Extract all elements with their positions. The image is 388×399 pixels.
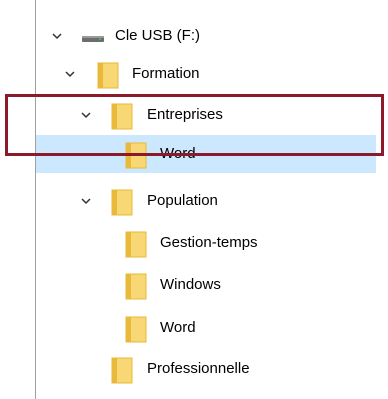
navigation-pane: Cle USB (F:) Formation Entreprises Word: [35, 0, 376, 399]
chevron-down-icon[interactable]: [51, 30, 63, 42]
tree-item-label: Word: [160, 319, 196, 336]
tree-item-label: Entreprises: [147, 106, 223, 123]
folder-icon: [125, 142, 147, 169]
usb-drive-icon: [82, 36, 104, 42]
chevron-down-icon[interactable]: [80, 195, 92, 207]
tree-item-label: Windows: [160, 276, 221, 293]
folder-icon: [111, 103, 133, 130]
tree-item-formation[interactable]: Formation: [36, 55, 376, 93]
folder-icon: [125, 273, 147, 300]
folder-icon: [125, 316, 147, 343]
chevron-down-icon[interactable]: [80, 109, 92, 121]
tree-item-gestion-temps[interactable]: Gestion-temps: [36, 224, 376, 262]
tree-item-label: Population: [147, 192, 218, 209]
tree-item-professionnelle[interactable]: Professionnelle: [36, 350, 376, 388]
tree-item-windows[interactable]: Windows: [36, 266, 376, 304]
tree-item-word[interactable]: Word: [36, 309, 376, 347]
folder-icon: [125, 231, 147, 258]
tree-item-word-selected[interactable]: Word: [36, 135, 376, 173]
tree-item-population[interactable]: Population: [36, 182, 376, 220]
tree-item-entreprises[interactable]: Entreprises: [36, 96, 376, 134]
folder-icon: [97, 62, 119, 89]
tree-item-label: Formation: [132, 65, 200, 82]
tree-item-label: Cle USB (F:): [115, 27, 201, 44]
folder-icon: [111, 189, 133, 216]
folder-icon: [111, 357, 133, 384]
tree-item-label: Word: [160, 145, 196, 162]
tree-item-usb-drive[interactable]: Cle USB (F:): [36, 17, 376, 55]
tree-item-label: Gestion-temps: [160, 234, 258, 251]
chevron-down-icon[interactable]: [64, 68, 76, 80]
tree-item-label: Professionnelle: [147, 360, 250, 377]
